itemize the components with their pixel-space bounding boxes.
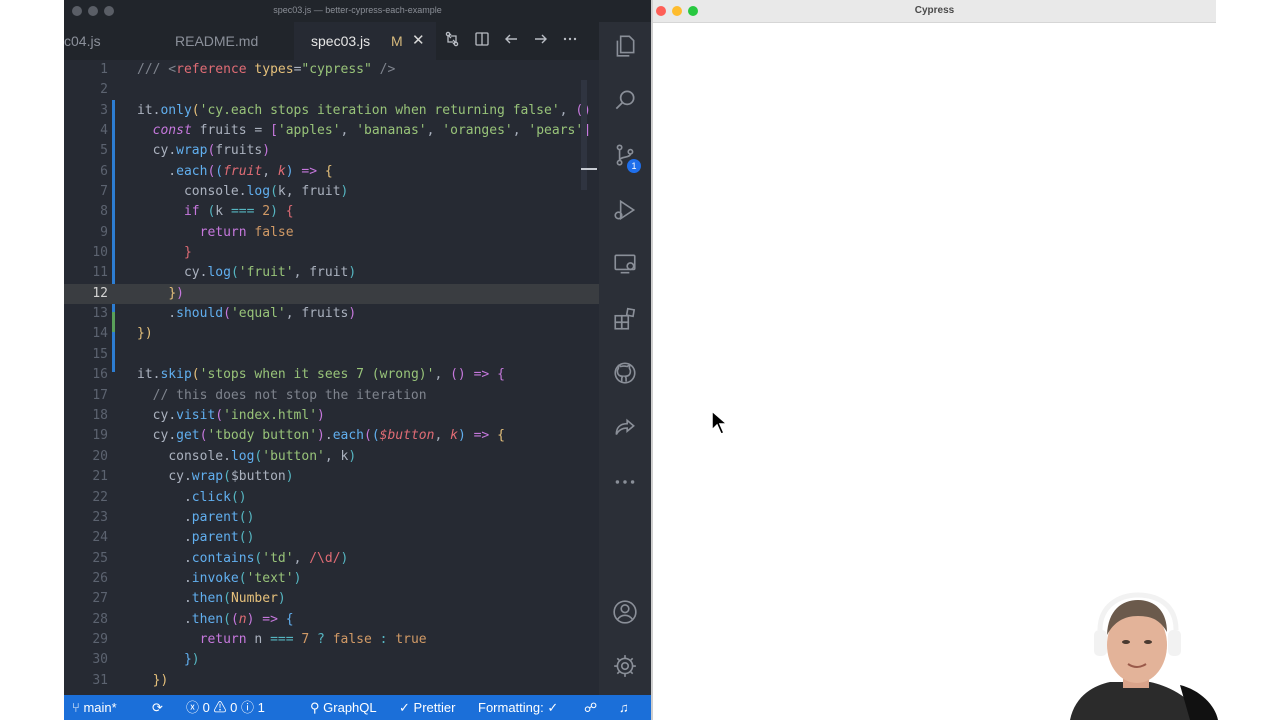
warning-count: 0 <box>230 700 238 715</box>
search-icon[interactable] <box>599 80 651 120</box>
back-icon[interactable] <box>502 31 520 49</box>
close-tab-icon[interactable]: ✕ <box>412 22 425 60</box>
explorer-icon[interactable] <box>599 26 651 66</box>
code-line: 1/// <reference types="cypress" /> <box>100 62 396 77</box>
window-title: spec03.js — better-cypress-each-example <box>273 5 442 15</box>
account-icon[interactable] <box>599 592 651 632</box>
code-line-current: 12 }) <box>64 284 599 304</box>
code-line: 2 <box>100 82 108 97</box>
share-icon[interactable] <box>599 408 651 448</box>
tab-label: spec03.js <box>311 33 371 49</box>
code-line: 3 it.only('cy.each stops iteration when r… <box>100 103 614 118</box>
code-line: 11 cy.log('fruit', fruit) <box>92 265 357 280</box>
notifications-bell-icon[interactable]: ♫ <box>619 695 629 720</box>
code-line: 26 .invoke('text') <box>92 571 302 586</box>
code-line: 29 return n === 7 ? false : true <box>92 632 427 647</box>
code-line: 17 // this does not stop the iteration <box>92 388 427 403</box>
code-line: 8 if (k === 2) { <box>100 204 294 219</box>
code-line: 7 console.log(k, fruit) <box>100 184 349 199</box>
code-line: 4 const fruits = ['apples', 'bananas', '… <box>100 123 592 138</box>
graphql-icon: ⚲ <box>310 700 320 715</box>
code-line: 23 .parent() <box>92 510 255 525</box>
info-icon: ⓘ <box>241 700 255 715</box>
error-count: 0 <box>202 700 210 715</box>
cypress-titlebar: Cypress <box>653 0 1216 23</box>
forward-icon[interactable] <box>532 31 550 49</box>
window-title: Cypress <box>914 5 955 16</box>
code-line: 5 cy.wrap(fruits) <box>100 143 271 158</box>
code-line: 9 return false <box>100 225 294 240</box>
code-line: 25 .contains('td', /\d/) <box>92 551 349 566</box>
code-line: 10 } <box>92 245 192 260</box>
overview-ruler[interactable] <box>581 80 587 190</box>
overview-cursor-mark <box>581 168 597 170</box>
tab-readme[interactable]: README.md <box>156 22 290 60</box>
vscode-titlebar: spec03.js — better-cypress-each-example <box>64 0 651 22</box>
remote-explorer-icon[interactable] <box>599 244 651 284</box>
prettier-label: Prettier <box>413 700 456 715</box>
code-editor[interactable]: 1/// <reference types="cypress" /> 2 3 it… <box>64 60 614 695</box>
settings-gear-icon[interactable] <box>599 646 651 686</box>
feedback-icon[interactable]: ☍ <box>584 695 597 720</box>
code-line: 15 <box>92 347 108 362</box>
code-line: 27 .then(Number) <box>92 591 286 606</box>
mouse-pointer-icon <box>711 409 730 441</box>
webcam-overlay <box>1040 590 1220 720</box>
split-editor-icon[interactable] <box>473 31 491 49</box>
code-line: 22 .click() <box>92 490 247 505</box>
check-icon: ✓ <box>399 700 410 715</box>
more-icon[interactable] <box>599 462 651 502</box>
source-control-icon[interactable]: 1 <box>599 135 651 175</box>
tab-spec03[interactable]: spec03.js M ✕ <box>294 22 436 60</box>
extensions-icon[interactable] <box>599 299 651 339</box>
branch-icon: ⑂ <box>72 700 80 715</box>
code-line: 18 cy.visit('index.html') <box>92 408 325 423</box>
more-icon[interactable] <box>561 31 579 49</box>
github-icon[interactable] <box>599 353 651 393</box>
modified-indicator: M <box>391 33 403 49</box>
problems-indicator[interactable]: ⓧ 0 ⚠ 0 ⓘ 1 <box>186 695 265 720</box>
tab-c04[interactable]: c04.js <box>64 22 154 60</box>
code-line: 16 it.skip('stops when it sees 7 (wrong)'… <box>92 367 505 382</box>
branch-indicator[interactable]: ⑂ main* <box>72 695 117 720</box>
warning-icon: ⚠ <box>213 700 227 715</box>
code-line: 28 .then((n) => { <box>92 612 294 627</box>
source-control-badge: 1 <box>627 159 641 173</box>
vscode-window: spec03.js — better-cypress-each-example … <box>64 0 651 720</box>
tab-label: c04.js <box>64 33 101 49</box>
graphql-label: GraphQL <box>323 700 377 715</box>
sync-icon[interactable]: ⟳ <box>152 695 163 720</box>
info-count: 1 <box>257 700 265 715</box>
run-debug-icon[interactable] <box>599 190 651 230</box>
code-line: 30 }) <box>92 652 200 667</box>
code-line: 19 cy.get('tbody button').each(($button,… <box>92 428 505 443</box>
compare-icon[interactable] <box>443 31 461 49</box>
code-line: 14}) <box>92 326 153 341</box>
code-line: 6 .each((fruit, k) => { <box>100 164 333 179</box>
tab-label: README.md <box>175 33 259 49</box>
code-line: 20 console.log('button', k) <box>92 449 357 464</box>
code-line: 24 .parent() <box>92 530 255 545</box>
activity-bar: 1 <box>599 22 651 695</box>
branch-name: main* <box>83 700 117 715</box>
code-line: 31 }) <box>92 673 169 688</box>
status-bar: ⑂ main* ⟳ ⓧ 0 ⚠ 0 ⓘ 1 ⚲ GraphQL ✓ Pretti… <box>64 695 651 720</box>
graphql-status[interactable]: ⚲ GraphQL <box>310 695 377 720</box>
error-icon: ⓧ <box>186 700 200 715</box>
code-line: 13 .should('equal', fruits) <box>92 306 357 321</box>
prettier-status[interactable]: ✓ Prettier <box>399 695 455 720</box>
code-line: 21 cy.wrap($button) <box>92 469 294 484</box>
formatting-status[interactable]: Formatting: ✓ <box>478 695 558 720</box>
